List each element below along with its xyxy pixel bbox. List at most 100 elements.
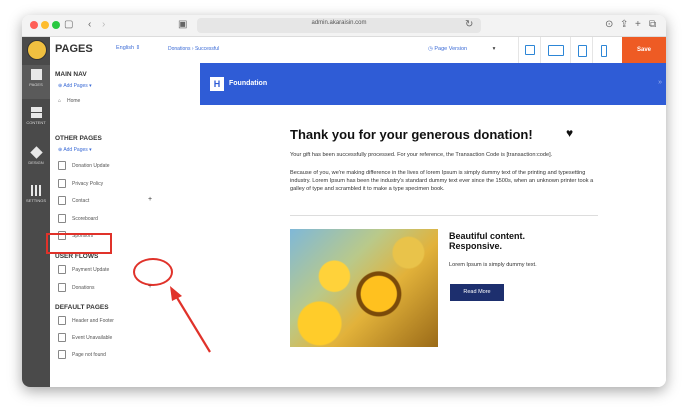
sunflower-image[interactable] xyxy=(290,229,438,347)
page-label: Event Unavailable xyxy=(72,335,113,341)
tab-overview-icon[interactable]: ⧉ xyxy=(649,19,656,31)
page-item-contact[interactable]: Contact xyxy=(58,196,89,206)
mobile-view-button[interactable] xyxy=(592,37,615,63)
page-icon xyxy=(58,161,66,171)
page-label: Donations xyxy=(72,285,95,291)
heart-icon: ♥ xyxy=(566,126,574,140)
page-icon xyxy=(58,214,66,224)
page-preview: H Foundation » Thank you for your genero… xyxy=(176,63,666,387)
minimize-window-button[interactable] xyxy=(41,21,49,29)
page-icon xyxy=(58,333,66,343)
downloads-icon[interactable]: ⊙ xyxy=(605,19,613,31)
page-version-label: Page Version xyxy=(434,46,468,52)
rail-pages-label: PAGES xyxy=(29,82,43,87)
add-pages-main-nav[interactable]: ⊕ Add Pages ▾ xyxy=(58,83,92,89)
save-button[interactable]: Save xyxy=(622,37,666,63)
user-flows-highlight xyxy=(46,233,112,254)
page-label: Page not found xyxy=(72,352,106,358)
card-title-line-2: Responsive. xyxy=(449,241,503,251)
read-more-button[interactable]: Read More xyxy=(450,284,504,301)
external-link-icon xyxy=(525,45,535,55)
section-main-nav: MAIN NAV xyxy=(55,71,87,78)
rail-settings-label: SETTINGS xyxy=(25,198,46,203)
page-label: Payment Update xyxy=(72,267,110,273)
new-tab-icon[interactable]: + xyxy=(635,19,641,31)
zoom-window-button[interactable] xyxy=(52,21,60,29)
close-window-button[interactable] xyxy=(30,21,38,29)
pages-icon xyxy=(30,69,42,80)
page-item-home[interactable]: ⌂ Home xyxy=(58,96,80,106)
address-bar[interactable]: admin.akaraisin.com xyxy=(197,18,481,33)
page-item-donation-update[interactable]: Donation Update xyxy=(58,161,110,171)
card-title[interactable]: Beautiful content. Responsive. xyxy=(449,231,525,251)
rail-design[interactable]: DESIGN xyxy=(22,143,50,177)
share-icon[interactable]: ⇪ xyxy=(620,19,628,31)
page-label: Contact xyxy=(72,198,90,204)
page-version-select[interactable]: ◷ Page Version ▾ xyxy=(428,46,495,52)
back-icon[interactable]: ‹ xyxy=(88,19,91,31)
page-item-payment-update[interactable]: Payment Update xyxy=(58,265,109,275)
page-icon xyxy=(58,179,66,189)
divider xyxy=(290,215,598,216)
site-settings-icon[interactable]: ▣ xyxy=(178,19,187,31)
browser-window: ▢ ‹ › ▣ admin.akaraisin.com ↻ ⊙ ⇪ + ⧉ PA… xyxy=(22,15,666,387)
card-text[interactable]: Lorem Ipsum is simply dummy text. xyxy=(449,262,537,268)
page-label: Home xyxy=(67,98,81,104)
section-other-pages: OTHER PAGES xyxy=(55,135,102,142)
rail-settings[interactable]: SETTINGS xyxy=(22,181,50,215)
forward-icon[interactable]: › xyxy=(102,19,105,31)
thank-you-heading[interactable]: Thank you for your generous donation! xyxy=(290,127,533,142)
page-item-header-footer[interactable]: Header and Footer xyxy=(58,316,114,326)
page-label: Scoreboard xyxy=(72,216,98,222)
section-default-pages: DEFAULT PAGES xyxy=(55,304,109,311)
page-label: Donation Update xyxy=(72,163,110,169)
site-logo: H xyxy=(210,77,224,91)
sidebar-toggle-icon[interactable]: ▢ xyxy=(64,19,73,31)
language-select[interactable]: English ⇕ xyxy=(116,45,140,51)
tablet-view-button[interactable] xyxy=(570,37,593,63)
site-name: Foundation xyxy=(229,80,268,87)
page-label: Privacy Policy xyxy=(72,181,104,187)
card-title-line-1: Beautiful content. xyxy=(449,231,525,241)
rail-pages[interactable]: PAGES xyxy=(22,65,50,99)
tablet-icon xyxy=(578,45,587,57)
page-icon xyxy=(58,283,66,293)
breadcrumb[interactable]: Donations › Successful xyxy=(168,46,219,52)
page-label: Header and Footer xyxy=(72,318,114,324)
desktop-view-button[interactable] xyxy=(540,37,571,63)
add-subpage-contact-button[interactable]: + xyxy=(148,196,152,203)
page-item-privacy-policy[interactable]: Privacy Policy xyxy=(58,179,103,189)
left-rail: PAGES CONTENT DESIGN SETTINGS xyxy=(22,37,50,387)
collapse-icon[interactable]: » xyxy=(658,79,662,86)
page-item-scoreboard[interactable]: Scoreboard xyxy=(58,214,98,224)
page-item-page-not-found[interactable]: Page not found xyxy=(58,350,106,360)
home-icon: ⌂ xyxy=(58,98,62,104)
chevron-down-icon: ▾ xyxy=(492,46,496,52)
page-item-donations[interactable]: Donations xyxy=(58,283,95,293)
impact-text[interactable]: Because of you, we're making difference … xyxy=(290,169,600,193)
browser-toolbar: ▢ ‹ › ▣ admin.akaraisin.com ↻ ⊙ ⇪ + ⧉ xyxy=(22,15,666,37)
page-item-event-unavailable[interactable]: Event Unavailable xyxy=(58,333,112,343)
app-logo[interactable] xyxy=(27,40,47,60)
rail-content-label: CONTENT xyxy=(26,120,46,125)
add-pages-other[interactable]: ⊕ Add Pages ▾ xyxy=(58,147,92,153)
add-pages-label: Add Pages xyxy=(63,147,88,153)
pages-panel: PAGES MAIN NAV ⊕ Add Pages ▾ ⌂ Home OTHER… xyxy=(50,37,177,387)
paint-bucket-icon xyxy=(29,146,43,159)
page-icon xyxy=(58,316,66,326)
reload-icon[interactable]: ↻ xyxy=(465,19,473,31)
add-pages-label: Add Pages xyxy=(63,83,88,89)
section-user-flows: USER FLOWS xyxy=(55,253,99,260)
rail-design-label: DESIGN xyxy=(28,160,44,165)
page-icon xyxy=(58,196,66,206)
mobile-icon xyxy=(601,45,607,57)
url-text: admin.akaraisin.com xyxy=(311,20,367,26)
editor-toolbar: English ⇕ Donations › Successful ◷ Page … xyxy=(116,37,666,64)
page-icon xyxy=(58,265,66,275)
open-preview-button[interactable] xyxy=(518,37,541,63)
confirmation-text[interactable]: Your gift has been successfully processe… xyxy=(290,151,600,159)
panel-title: PAGES xyxy=(55,43,93,55)
site-header: H Foundation » xyxy=(200,63,666,105)
rail-content[interactable]: CONTENT xyxy=(22,103,50,137)
history-icon: ◷ xyxy=(428,46,433,52)
